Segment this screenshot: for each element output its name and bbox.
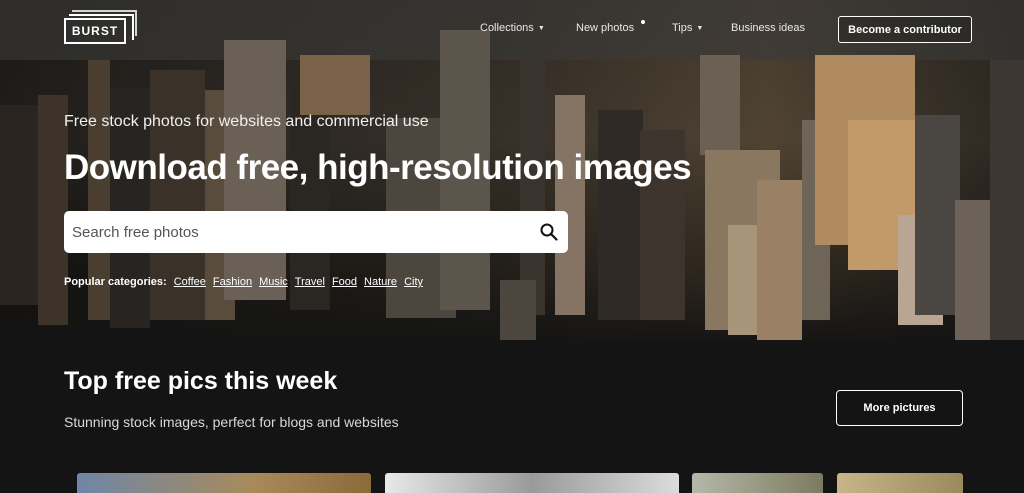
search-input[interactable] xyxy=(64,211,534,253)
become-contributor-button[interactable]: Become a contributor xyxy=(838,16,972,43)
logo-text: BURST xyxy=(71,24,119,38)
category-link-food[interactable]: Food xyxy=(332,276,357,288)
burst-logo[interactable]: BURST xyxy=(64,10,137,44)
chevron-down-icon: ▼ xyxy=(696,24,704,32)
photo-thumbnail[interactable] xyxy=(692,473,823,493)
chevron-down-icon: ▼ xyxy=(537,24,545,32)
category-link-travel[interactable]: Travel xyxy=(295,276,325,288)
popular-categories: Popular categories: Coffee Fashion Music… xyxy=(64,276,423,288)
search-icon[interactable] xyxy=(539,222,559,242)
nav-new-photos[interactable]: New photos xyxy=(576,22,634,34)
nav-tips-label: Tips xyxy=(672,22,693,34)
photo-thumbnail[interactable] xyxy=(385,473,679,493)
top-navigation: BURST Collections ▼ New photos Tips ▼ Bu… xyxy=(0,0,1024,58)
category-link-music[interactable]: Music xyxy=(259,276,288,288)
hero-headline: Download free, high-resolution images xyxy=(64,148,692,187)
category-link-nature[interactable]: Nature xyxy=(364,276,397,288)
nav-collections-label: Collections xyxy=(480,22,534,34)
photo-thumbnail[interactable] xyxy=(77,473,371,493)
popular-categories-label: Popular categories: xyxy=(64,276,167,288)
hero-tagline: Free stock photos for websites and comme… xyxy=(64,113,429,130)
nav-business-ideas[interactable]: Business ideas xyxy=(731,22,805,34)
new-indicator-dot xyxy=(641,20,645,24)
hero-banner: BURST Collections ▼ New photos Tips ▼ Bu… xyxy=(0,0,1024,345)
category-link-city[interactable]: City xyxy=(404,276,423,288)
section-title: Top free pics this week xyxy=(64,367,338,395)
nav-business-ideas-label: Business ideas xyxy=(731,22,805,34)
photo-thumbnail[interactable] xyxy=(837,473,963,493)
nav-collections[interactable]: Collections ▼ xyxy=(480,22,545,34)
section-subtitle: Stunning stock images, perfect for blogs… xyxy=(64,414,399,430)
category-link-fashion[interactable]: Fashion xyxy=(213,276,252,288)
more-pictures-button[interactable]: More pictures xyxy=(836,390,963,426)
search-bar xyxy=(64,211,568,253)
nav-new-photos-label: New photos xyxy=(576,22,635,34)
nav-tips[interactable]: Tips ▼ xyxy=(672,22,703,34)
category-link-coffee[interactable]: Coffee xyxy=(174,276,206,288)
